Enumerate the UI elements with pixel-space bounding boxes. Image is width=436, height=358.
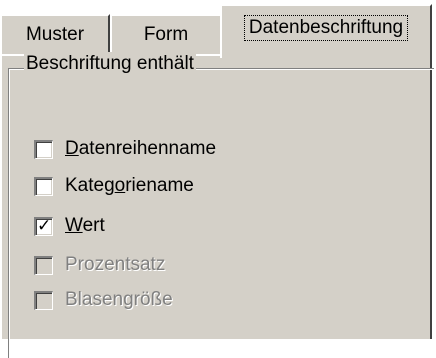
blasengroesse-label: Blasengröße xyxy=(65,289,173,310)
tab-datenbeschriftung[interactable]: Datenbeschriftung xyxy=(220,4,432,58)
datenreihenname-option[interactable]: Datenreihenname xyxy=(34,135,216,163)
tab-muster[interactable]: Muster xyxy=(0,14,110,54)
tab-form[interactable]: Form xyxy=(110,14,222,54)
tab-form-label: Form xyxy=(143,24,189,45)
kategoriename-option[interactable]: Kategoriename xyxy=(34,172,194,200)
prozentsatz-label: Prozentsatz xyxy=(65,254,166,275)
wert-checkbox[interactable]: ✓ xyxy=(34,215,53,236)
tab-datenbeschriftung-label: Datenbeschriftung xyxy=(243,15,409,41)
blasengroesse-checkbox xyxy=(34,290,53,310)
prozentsatz-option: Prozentsatz xyxy=(34,251,165,279)
wert-option[interactable]: ✓ Wert xyxy=(34,212,105,240)
groupbox-label: Beschriftung enthält xyxy=(24,52,196,76)
tab-muster-label: Muster xyxy=(25,24,85,45)
kategoriename-label: Kategoriename xyxy=(65,175,194,196)
datenreihenname-label: Datenreihenname xyxy=(65,138,217,159)
chart-options-dialog: Muster Form Datenbeschriftung Beschriftu… xyxy=(0,0,436,358)
datenreihenname-checkbox[interactable] xyxy=(34,139,53,159)
prozentsatz-checkbox xyxy=(34,255,53,275)
kategoriename-checkbox[interactable] xyxy=(34,176,53,196)
checkmark-icon: ✓ xyxy=(37,215,52,236)
blasengroesse-option: Blasengröße xyxy=(34,286,173,314)
wert-label: Wert xyxy=(65,215,105,236)
